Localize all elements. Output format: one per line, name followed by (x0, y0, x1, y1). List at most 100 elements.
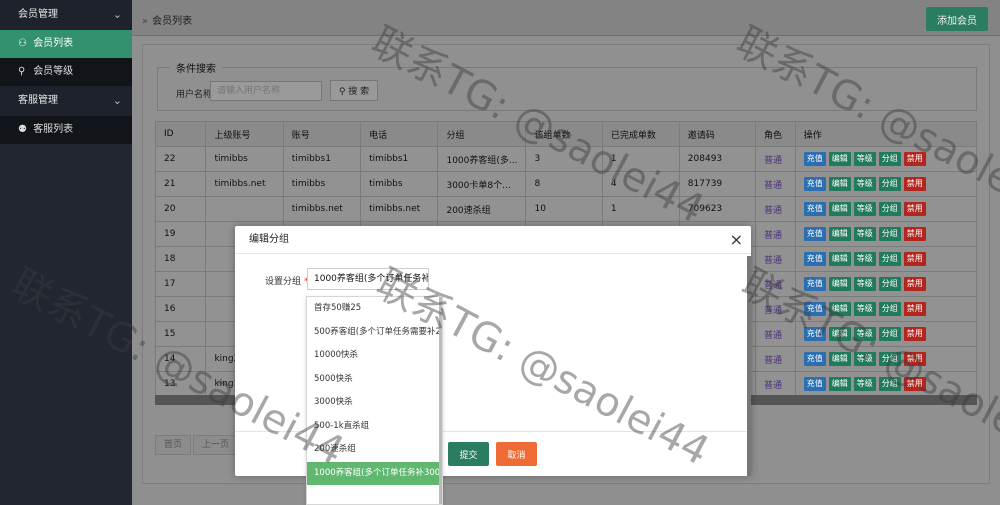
table-cell: timibbs (282, 171, 362, 197)
username-search-input[interactable] (210, 81, 322, 101)
level-button[interactable]: 等级 (853, 352, 876, 366)
breadcrumb-arrow-icon: » (142, 16, 149, 27)
ban-button[interactable]: 禁用 (903, 302, 926, 316)
table-cell: 4 (601, 171, 680, 197)
recharge-button[interactable]: 充值 (803, 202, 826, 216)
edit-button[interactable]: 编辑 (828, 327, 851, 341)
dropdown-option[interactable]: 1000养客组(多个订单任务补300) (307, 461, 442, 485)
dropdown-scrollbar[interactable] (439, 297, 442, 504)
recharge-button[interactable]: 充值 (803, 227, 826, 241)
ban-button[interactable]: 禁用 (903, 277, 926, 291)
table-cell: 17 (154, 271, 207, 297)
group-select[interactable]: 1000养客组(多个订单任务补 (307, 268, 429, 290)
close-icon[interactable]: × (730, 230, 743, 249)
table-row: 22 timibbs timibbs1 timibbs1 1000养客组(多... 3 1 2… (154, 146, 978, 172)
group-button[interactable]: 分组 (878, 177, 901, 191)
edit-button[interactable]: 编辑 (828, 302, 851, 316)
role-cell: 普通 (755, 346, 796, 372)
table-cell: timibbs1 (282, 146, 362, 172)
edit-button[interactable]: 编辑 (828, 352, 851, 366)
table-cell (205, 196, 284, 222)
ban-button[interactable]: 禁用 (903, 327, 926, 341)
dropdown-option[interactable]: 500养客组(多个订单任务需要补200) (307, 321, 442, 345)
ban-button[interactable]: 禁用 (903, 202, 926, 216)
ban-button[interactable]: 禁用 (903, 227, 926, 241)
sidebar-item-member-level[interactable]: ⚲ 会员等级 (0, 58, 132, 86)
ban-button[interactable]: 禁用 (903, 252, 926, 266)
role-cell: 普通 (755, 171, 796, 197)
group-button[interactable]: 分组 (878, 327, 901, 341)
ban-button[interactable]: 禁用 (903, 352, 926, 366)
group-button[interactable]: 分组 (878, 252, 901, 266)
level-button[interactable]: 等级 (853, 252, 876, 266)
table-cell: 1000养客组(多... (437, 146, 527, 172)
dropdown-option[interactable]: 3000快杀 (307, 391, 442, 415)
group-button[interactable]: 分组 (878, 227, 901, 241)
recharge-button[interactable]: 充值 (803, 352, 826, 366)
chevron-down-icon: ⌄ (112, 94, 122, 107)
prev-page-button[interactable]: 上一页 (193, 435, 239, 455)
level-button[interactable]: 等级 (853, 202, 876, 216)
table-cell: 817739 (678, 171, 757, 197)
sidebar-item-label: 会员列表 (33, 38, 74, 49)
recharge-button[interactable]: 充值 (803, 327, 826, 341)
level-button[interactable]: 等级 (853, 227, 876, 241)
edit-button[interactable]: 编辑 (828, 177, 851, 191)
ban-button[interactable]: 禁用 (903, 177, 926, 191)
level-button[interactable]: 等级 (853, 302, 876, 316)
recharge-button[interactable]: 充值 (803, 302, 826, 316)
add-member-button[interactable]: 添加会员 (926, 7, 988, 31)
sidebar-group-service[interactable]: 客服管理 ⌄ (0, 86, 132, 116)
edit-button[interactable]: 编辑 (828, 202, 851, 216)
group-label-text: 设置分组 (265, 277, 302, 287)
cancel-button[interactable]: 取消 (496, 442, 537, 466)
modal-scrollbar[interactable] (747, 256, 751, 476)
recharge-button[interactable]: 充值 (803, 177, 826, 191)
role-cell: 普通 (755, 246, 796, 272)
level-button[interactable]: 等级 (853, 327, 876, 341)
dropdown-option[interactable]: 5000快杀 (307, 368, 442, 392)
table-cell: timibbs.net (360, 196, 439, 222)
edit-button[interactable]: 编辑 (828, 252, 851, 266)
search-button[interactable]: ⚲ 搜 索 (330, 80, 378, 101)
level-button[interactable]: 等级 (853, 377, 876, 391)
recharge-button[interactable]: 充值 (803, 277, 826, 291)
edit-button[interactable]: 编辑 (828, 277, 851, 291)
column-header: 该组单数 (525, 121, 603, 147)
group-button[interactable]: 分组 (878, 152, 901, 166)
sidebar-group-member[interactable]: 会员管理 ⌄ (0, 0, 132, 30)
ban-button[interactable]: 禁用 (903, 152, 926, 166)
recharge-button[interactable]: 充值 (803, 377, 826, 391)
edit-button[interactable]: 编辑 (828, 152, 851, 166)
table-cell: 15 (154, 321, 207, 347)
group-button[interactable]: 分组 (878, 202, 901, 216)
dropdown-option[interactable]: 10000快杀 (307, 344, 442, 368)
table-cell: 208493 (678, 146, 757, 172)
operations-cell: 充值 编辑 等级 分组 禁用 (794, 196, 978, 222)
table-cell: 22 (154, 146, 207, 172)
submit-button[interactable]: 提交 (448, 442, 489, 466)
recharge-button[interactable]: 充值 (803, 252, 826, 266)
first-page-button[interactable]: 首页 (155, 435, 192, 455)
topbar: » 会员列表 添加会员 (132, 0, 1000, 36)
recharge-button[interactable]: 充值 (803, 152, 826, 166)
level-button[interactable]: 等级 (853, 277, 876, 291)
group-button[interactable]: 分组 (878, 302, 901, 316)
column-header: 已完成单数 (601, 121, 680, 147)
ban-button[interactable]: 禁用 (903, 377, 926, 391)
group-button[interactable]: 分组 (878, 277, 901, 291)
edit-button[interactable]: 编辑 (828, 227, 851, 241)
level-button[interactable]: 等级 (853, 152, 876, 166)
dropdown-option[interactable]: 500-1k直杀组 (307, 415, 442, 439)
group-button[interactable]: 分组 (878, 352, 901, 366)
sidebar-item-service-list[interactable]: ⚉ 客服列表 (0, 116, 132, 144)
dropdown-option[interactable]: 200速杀组 (307, 438, 442, 462)
edit-button[interactable]: 编辑 (828, 377, 851, 391)
table-cell: timibbs (205, 146, 284, 172)
table-cell: 8 (525, 171, 603, 197)
level-button[interactable]: 等级 (853, 177, 876, 191)
sidebar-item-member-list[interactable]: ⚇ 会员列表 (0, 30, 132, 58)
dropdown-option[interactable]: 首存50赚25 (307, 297, 442, 321)
role-cell: 普通 (755, 371, 796, 397)
group-button[interactable]: 分组 (878, 377, 901, 391)
